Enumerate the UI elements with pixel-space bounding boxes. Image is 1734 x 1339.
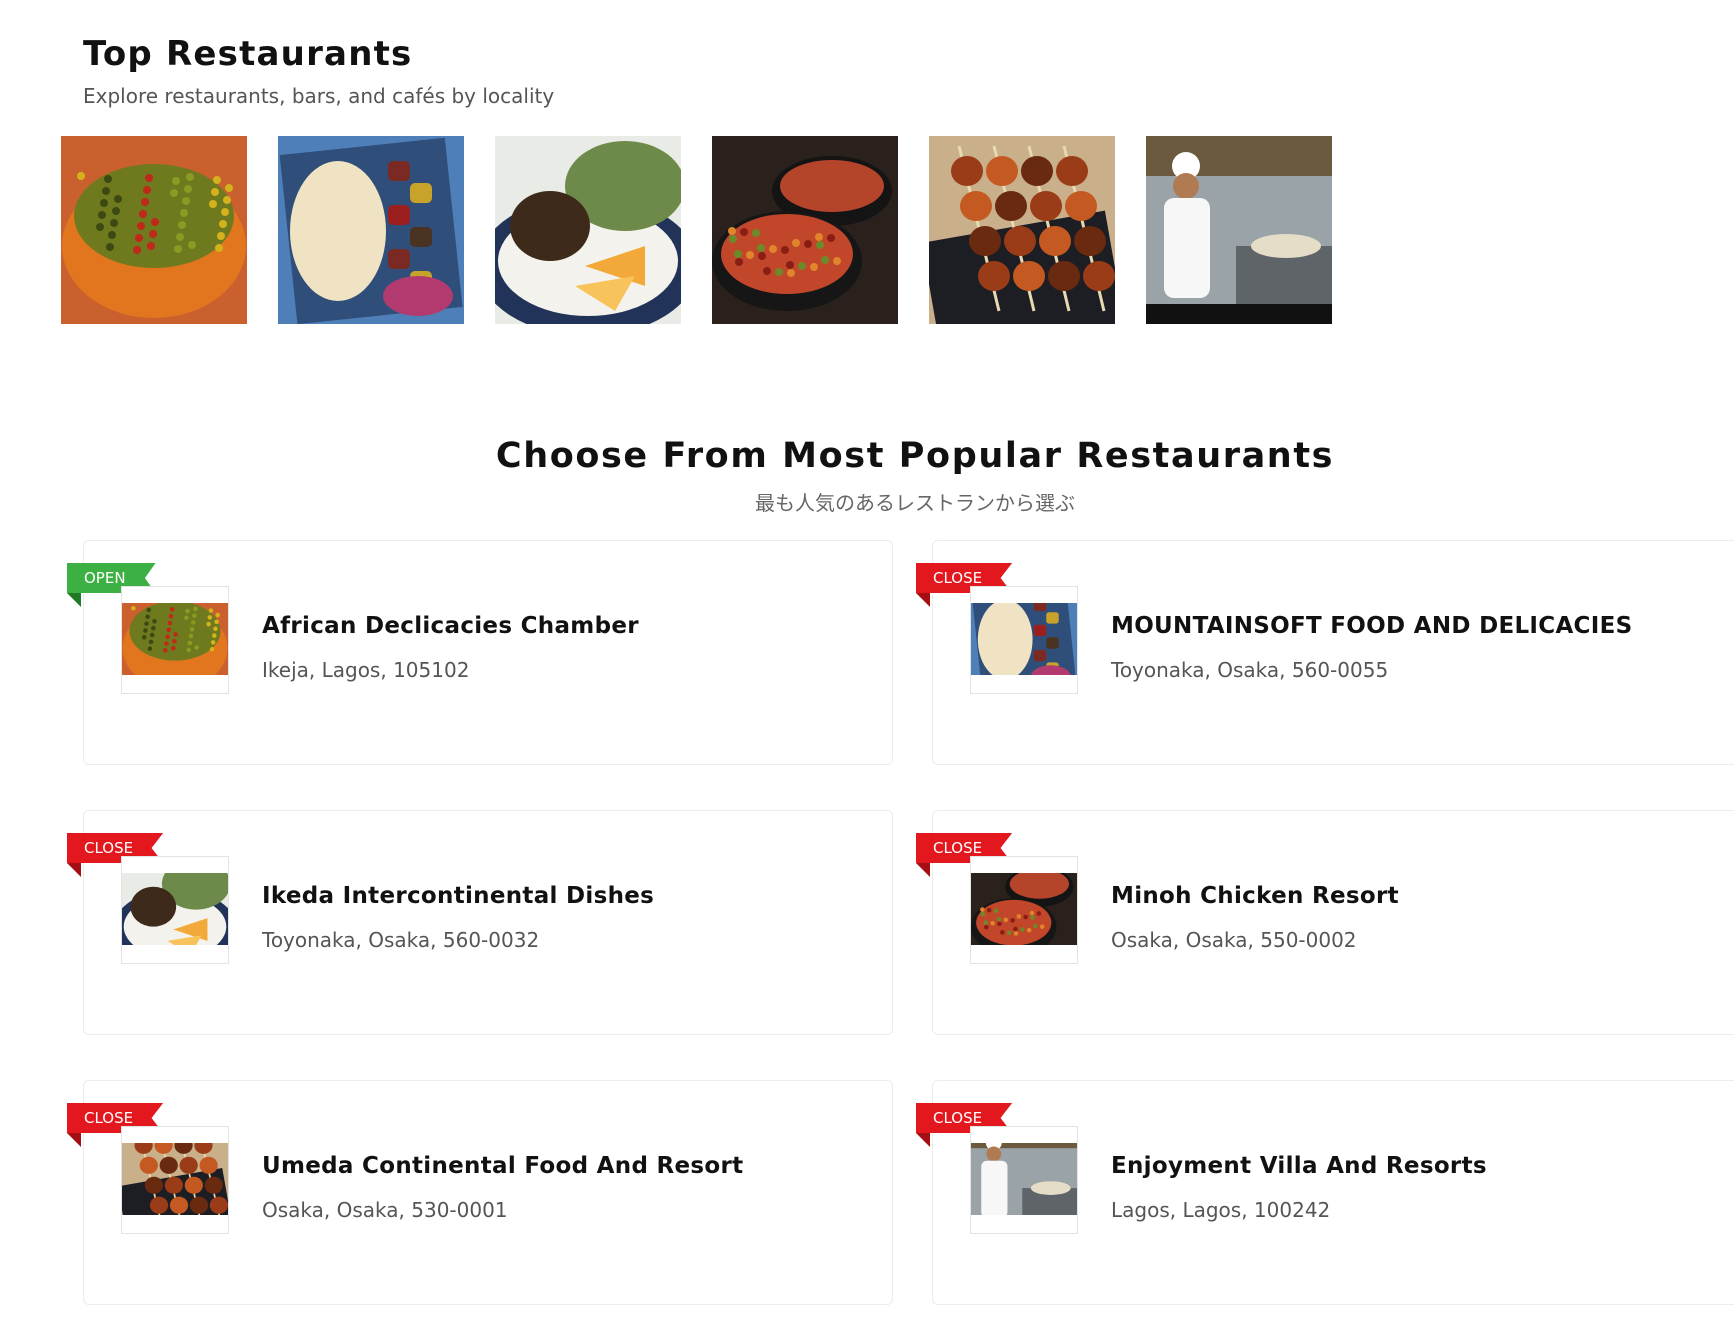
- restaurant-card[interactable]: CLOSE Umeda Continental Food And Resort Os…: [67, 1080, 893, 1305]
- restaurant-card[interactable]: CLOSE MOUNTAINSOFT FOOD AND DELICACIES Toy…: [916, 540, 1734, 765]
- top-restaurants-subtitle: Explore restaurants, bars, and cafés by …: [83, 84, 555, 108]
- restaurant-name[interactable]: Umeda Continental Food And Resort: [262, 1153, 743, 1179]
- status-badge-fold: [916, 1133, 930, 1147]
- status-badge-fold: [916, 863, 930, 877]
- restaurant-card[interactable]: CLOSE Minoh Chicken Resort Osaka, Osaka, 5…: [916, 810, 1734, 1035]
- status-badge-fold: [67, 1133, 81, 1147]
- restaurant-thumbnail[interactable]: [970, 856, 1078, 964]
- restaurant-name[interactable]: Ikeda Intercontinental Dishes: [262, 883, 654, 909]
- restaurant-thumbnail[interactable]: [970, 1126, 1078, 1234]
- status-badge-fold: [67, 863, 81, 877]
- restaurant-address: Osaka, Osaka, 530-0001: [262, 1198, 508, 1222]
- restaurant-address: Ikeja, Lagos, 105102: [262, 658, 470, 682]
- popular-restaurants-subtitle: 最も人気のあるレストランから選ぶ: [755, 491, 1075, 515]
- restaurant-address: Toyonaka, Osaka, 560-0032: [262, 928, 540, 952]
- restaurant-thumbnail[interactable]: [121, 586, 229, 694]
- restaurant-card[interactable]: OPEN African Declicacies Chamber Ikeja, La…: [67, 540, 893, 765]
- restaurant-thumbnail[interactable]: [970, 586, 1078, 694]
- restaurant-address: Toyonaka, Osaka, 560-0055: [1111, 658, 1389, 682]
- top-restaurants-gallery: [61, 136, 1332, 324]
- restaurant-thumbnail[interactable]: [121, 1126, 229, 1234]
- restaurant-name[interactable]: Enjoyment Villa And Resorts: [1111, 1153, 1487, 1179]
- restaurant-thumbnail[interactable]: [121, 856, 229, 964]
- top-restaurants-title: Top Restaurants: [83, 34, 413, 74]
- rice-and-kebab-photo[interactable]: [278, 136, 464, 324]
- popular-restaurants-title: Choose From Most Popular Restaurants: [495, 436, 1335, 476]
- restaurant-address: Lagos, Lagos, 100242: [1111, 1198, 1331, 1222]
- restaurant-card[interactable]: CLOSE Ikeda Intercontinental Dishes Toyona…: [67, 810, 893, 1035]
- african-dish-photo[interactable]: [61, 136, 247, 324]
- red-stew-photo[interactable]: [712, 136, 898, 324]
- restaurant-card[interactable]: CLOSE Enjoyment Villa And Resorts Lagos, L…: [916, 1080, 1734, 1305]
- status-badge-fold: [67, 593, 81, 607]
- fish-and-orange-photo[interactable]: [495, 136, 681, 324]
- restaurant-address: Osaka, Osaka, 550-0002: [1111, 928, 1357, 952]
- restaurant-name[interactable]: African Declicacies Chamber: [262, 613, 639, 639]
- restaurant-name[interactable]: MOUNTAINSOFT FOOD AND DELICACIES: [1111, 613, 1632, 639]
- chef-kitchen-photo[interactable]: [1146, 136, 1332, 324]
- status-badge-fold: [916, 593, 930, 607]
- restaurant-name[interactable]: Minoh Chicken Resort: [1111, 883, 1399, 909]
- chicken-skewers-photo[interactable]: [929, 136, 1115, 324]
